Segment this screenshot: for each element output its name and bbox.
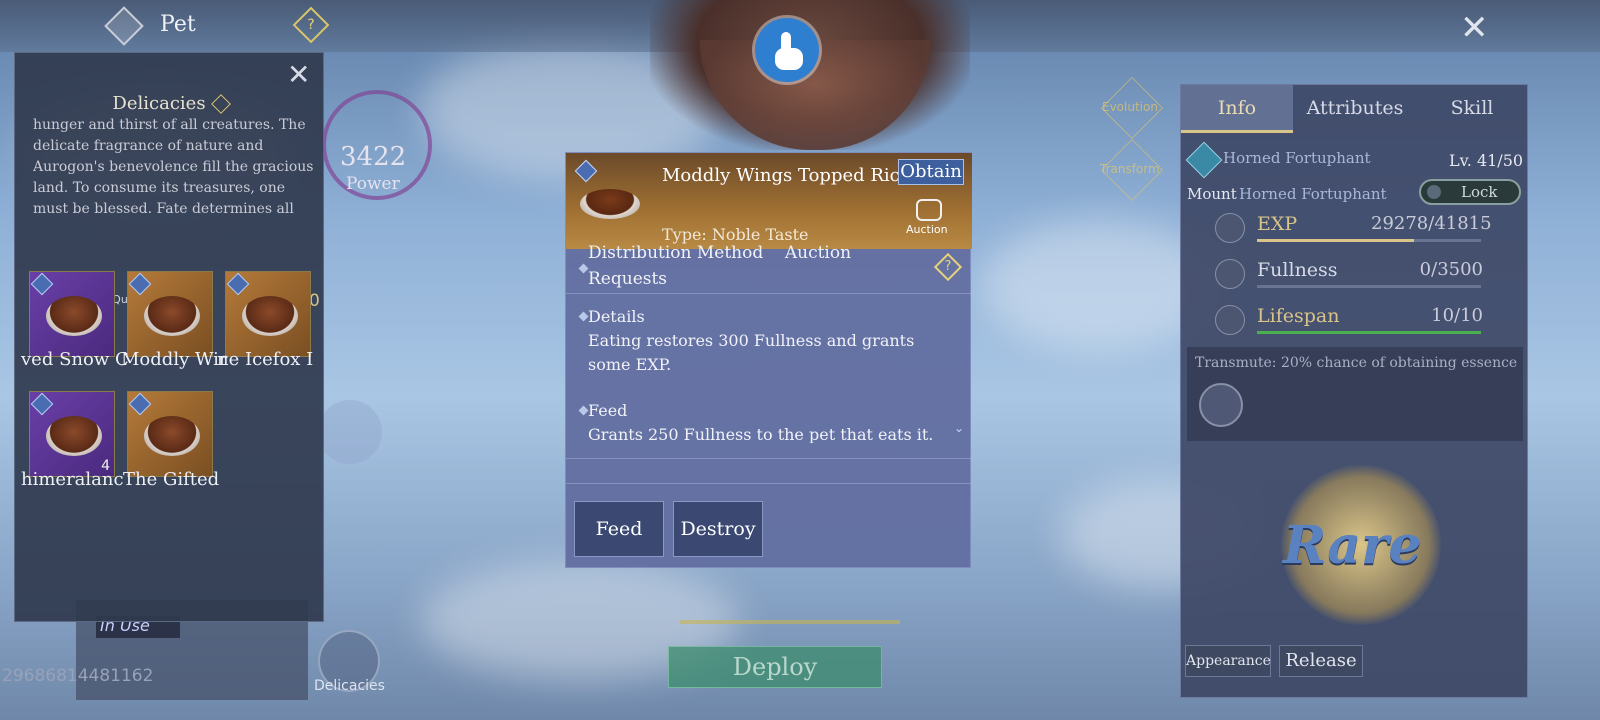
help-icon[interactable] — [210, 94, 231, 114]
delicacy-item[interactable] — [127, 391, 213, 477]
food-icon — [46, 296, 102, 336]
rarity-label: Rare — [1283, 515, 1422, 576]
power-label: Power — [346, 174, 400, 194]
quality-gem-icon — [128, 392, 152, 416]
pet-info-panel: Info Attributes Skill Horned Fortuphant … — [1180, 84, 1528, 698]
page-title: Pet — [160, 12, 196, 37]
heart-icon — [1215, 305, 1245, 335]
distribution-method: Distribution Method Auction — [588, 243, 852, 263]
pet-name: Horned Fortuphant — [1223, 149, 1371, 167]
fullness-icon — [1215, 259, 1245, 289]
delicacy-item[interactable] — [127, 271, 213, 357]
details-line: some EXP. — [588, 355, 672, 374]
divider — [566, 293, 972, 294]
stat-value: 0/3500 — [1419, 259, 1483, 280]
tap-hint-icon[interactable] — [755, 18, 819, 82]
auction-icon[interactable] — [916, 199, 942, 221]
mount-name: Horned Fortuphant — [1239, 185, 1387, 203]
stat-name: Lifespan — [1257, 305, 1340, 327]
divider — [566, 458, 972, 459]
quality-gem-icon — [128, 272, 152, 296]
essence-icon[interactable] — [1199, 383, 1243, 427]
food-icon — [580, 189, 640, 219]
tab-attributes[interactable]: Attributes — [1297, 85, 1413, 133]
feed-heading: Feed — [588, 401, 628, 420]
food-icon — [144, 416, 200, 456]
power-value: 3422 — [340, 142, 407, 172]
pet-type-icon — [1185, 141, 1223, 179]
pet-id: 29686814481162 — [2, 666, 154, 686]
distribution-requests: Requests — [588, 269, 668, 289]
delicacy-item[interactable] — [29, 271, 115, 357]
item-name: Moddly Wings Topped Rice — [662, 165, 911, 186]
item-label: The Gifted — [123, 469, 220, 490]
pet-exp-bar — [680, 620, 900, 624]
close-icon[interactable]: ✕ — [1460, 8, 1489, 48]
obtain-button[interactable]: Obtain — [898, 159, 964, 185]
item-detail-popup: Moddly Wings Topped Rice Obtain Auction … — [565, 152, 972, 568]
transform-label: Transform — [1100, 162, 1160, 176]
delicacies-panel: ✕ Delicacies hunger and thirst of all cr… — [14, 52, 324, 622]
delicacy-item[interactable]: 4 — [29, 391, 115, 477]
close-icon[interactable]: ✕ — [287, 58, 310, 91]
bullet-icon — [578, 263, 589, 274]
exp-icon — [1215, 213, 1245, 243]
stat-name: EXP — [1257, 213, 1298, 235]
quality-gem-icon — [30, 272, 54, 296]
details-heading: Details — [588, 307, 645, 326]
food-icon — [46, 416, 102, 456]
lock-label: Lock — [1461, 183, 1498, 201]
feed-description: Grants 250 Fullness to the pet that eats… — [588, 425, 934, 443]
toggle-knob — [1427, 185, 1441, 199]
quality-gem-icon — [226, 272, 250, 296]
deploy-button[interactable]: Deploy — [668, 646, 882, 688]
delicacies-description: hunger and thirst of all creatures. The … — [33, 117, 314, 217]
food-icon — [242, 296, 298, 336]
fullness-bar — [1257, 285, 1481, 288]
scroll-down-icon[interactable]: ⌄ — [954, 421, 964, 435]
stat-value: 29278/41815 — [1371, 213, 1492, 234]
bullet-icon — [578, 311, 589, 322]
help-icon[interactable]: ? — [933, 252, 963, 282]
delicacy-item[interactable] — [225, 271, 311, 357]
transmute-text: Transmute: 20% chance of obtaining essen… — [1195, 355, 1518, 371]
auction-label: Auction — [906, 223, 948, 236]
lock-toggle[interactable]: Lock — [1419, 179, 1521, 205]
quality-gem-icon — [30, 392, 54, 416]
delicacies-label: Delicacies — [314, 678, 385, 694]
tab-info[interactable]: Info — [1181, 85, 1293, 133]
pet-skill-icon[interactable] — [318, 400, 382, 464]
bullet-icon — [578, 405, 589, 416]
tab-skill[interactable]: Skill — [1417, 85, 1527, 133]
feed-button[interactable]: Feed — [574, 501, 664, 557]
lifespan-bar — [1257, 331, 1481, 334]
evolution-label: Evolution — [1102, 100, 1158, 114]
stat-name: Fullness — [1257, 259, 1338, 281]
food-icon — [144, 296, 200, 336]
item-label: ne Icefox I — [217, 349, 314, 370]
stat-value: 10/10 — [1431, 305, 1483, 326]
item-label: Moddly Wir — [121, 349, 228, 370]
item-label: himeralanc — [21, 469, 124, 490]
divider — [566, 483, 972, 484]
details-line: Eating restores 300 Fullness and grants — [588, 331, 915, 350]
mount-label: Mount — [1187, 185, 1237, 203]
exp-bar — [1257, 239, 1481, 242]
release-button[interactable]: Release — [1279, 645, 1363, 677]
destroy-button[interactable]: Destroy — [673, 501, 763, 557]
panel-title: Delicacies — [15, 93, 325, 114]
item-label: ved Snow C — [21, 349, 129, 370]
appearance-button[interactable]: Appearance — [1185, 645, 1271, 677]
pet-level: Lv. 41/50 — [1449, 151, 1524, 170]
